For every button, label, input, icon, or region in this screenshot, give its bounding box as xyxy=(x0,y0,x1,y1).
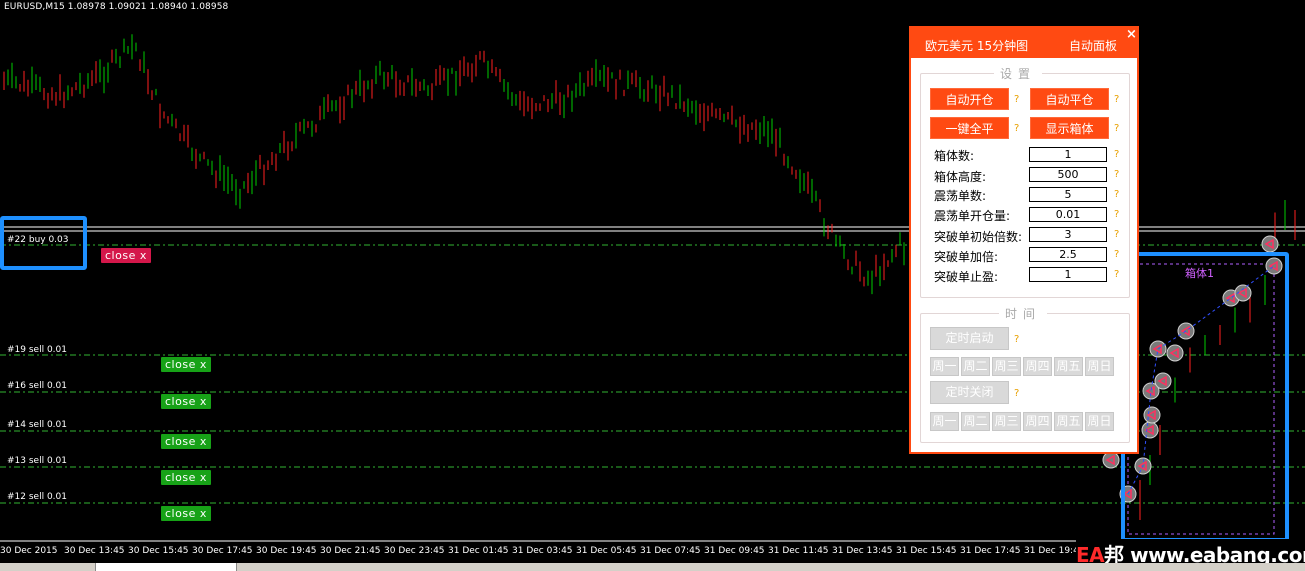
help-icon[interactable]: ? xyxy=(1114,94,1119,105)
help-icon[interactable]: ? xyxy=(1114,149,1119,160)
stop-day-sun[interactable]: 周日 xyxy=(1085,412,1114,431)
time-tick-label: 30 Dec 19:45 xyxy=(256,546,317,556)
close-order-19-button[interactable]: close x xyxy=(161,357,211,372)
timer-start-button[interactable]: 定时启动 xyxy=(930,327,1009,350)
start-day-thu[interactable]: 周四 xyxy=(1023,357,1052,376)
time-tick-label: 31 Dec 11:45 xyxy=(768,546,829,556)
order-label-12: #12 sell 0.01 xyxy=(7,492,67,502)
breakout-tp-input[interactable] xyxy=(1029,267,1107,282)
time-tick-label: 31 Dec 01:45 xyxy=(448,546,509,556)
box-count-input[interactable] xyxy=(1029,147,1107,162)
time-tick-label: 31 Dec 05:45 xyxy=(576,546,637,556)
start-day-fri[interactable]: 周五 xyxy=(1054,357,1083,376)
show-box-button[interactable]: 显示箱体 xyxy=(1030,117,1109,139)
stop-day-fri[interactable]: 周五 xyxy=(1054,412,1083,431)
close-icon[interactable]: × xyxy=(1126,27,1137,42)
time-tick-label: 30 Dec 2015 xyxy=(0,546,58,556)
close-order-16-button[interactable]: close x xyxy=(161,394,211,409)
range-orders-input[interactable] xyxy=(1029,187,1107,202)
time-title: 时间 xyxy=(999,305,1048,322)
settings-title: 设置 xyxy=(994,65,1043,82)
time-tick-label: 30 Dec 23:45 xyxy=(384,546,445,556)
time-tick-label: 31 Dec 07:45 xyxy=(640,546,701,556)
close-all-button[interactable]: 一键全平 xyxy=(930,117,1009,139)
order-label-14: #14 sell 0.01 xyxy=(7,420,67,430)
chart-title: EURUSD,M15 1.08978 1.09021 1.08940 1.089… xyxy=(4,2,229,12)
time-tick-label: 31 Dec 15:45 xyxy=(896,546,957,556)
close-order-13-button[interactable]: close x xyxy=(161,470,211,485)
help-icon[interactable]: ? xyxy=(1114,123,1119,134)
box-height-input[interactable] xyxy=(1029,167,1107,182)
time-tick-label: 31 Dec 17:45 xyxy=(960,546,1021,556)
trade-marker xyxy=(1261,235,1279,253)
help-icon[interactable]: ? xyxy=(1114,229,1119,240)
timer-stop-button[interactable]: 定时关闭 xyxy=(930,381,1009,404)
param-breakout-tp-label: 突破单止盈: xyxy=(934,270,999,284)
start-day-sun[interactable]: 周日 xyxy=(1085,357,1114,376)
time-tick-label: 30 Dec 15:45 xyxy=(128,546,189,556)
close-order-12-button[interactable]: close x xyxy=(161,506,211,521)
start-day-tue[interactable]: 周二 xyxy=(961,357,990,376)
highlight-order-22 xyxy=(0,216,87,270)
stop-day-wed[interactable]: 周三 xyxy=(992,412,1021,431)
order-label-13: #13 sell 0.01 xyxy=(7,456,67,466)
time-tick-label: 31 Dec 13:45 xyxy=(832,546,893,556)
stop-day-tue[interactable]: 周二 xyxy=(961,412,990,431)
close-order-22-button[interactable]: close x xyxy=(101,248,151,263)
breakout-double-input[interactable] xyxy=(1029,247,1107,262)
highlight-trade-area xyxy=(1121,252,1289,542)
help-icon[interactable]: ? xyxy=(1114,269,1119,280)
help-icon[interactable]: ? xyxy=(1014,388,1019,399)
trade-marker xyxy=(1102,451,1120,469)
help-icon[interactable]: ? xyxy=(1114,249,1119,260)
start-day-wed[interactable]: 周三 xyxy=(992,357,1021,376)
time-tick-label: 30 Dec 17:45 xyxy=(192,546,253,556)
param-range-orders-label: 震荡单数: xyxy=(934,189,987,203)
help-icon[interactable]: ? xyxy=(1014,123,1019,134)
auto-close-button[interactable]: 自动平仓 xyxy=(1030,88,1109,110)
auto-open-button[interactable]: 自动开仓 xyxy=(930,88,1009,110)
start-day-mon[interactable]: 周一 xyxy=(930,357,959,376)
time-tick-label: 31 Dec 09:45 xyxy=(704,546,765,556)
param-box-height-label: 箱体高度: xyxy=(934,170,987,184)
panel-header: 欧元美元 15分钟图 自动面板 × xyxy=(911,27,1137,58)
panel-subtitle: 自动面板 xyxy=(1069,39,1118,53)
help-icon[interactable]: ? xyxy=(1114,169,1119,180)
help-icon[interactable]: ? xyxy=(1114,189,1119,200)
param-range-lot-label: 震荡单开仓量: xyxy=(934,209,1011,223)
order-label-19: #19 sell 0.01 xyxy=(7,345,67,355)
param-box-count-label: 箱体数: xyxy=(934,149,975,163)
chart-tab[interactable] xyxy=(95,563,237,571)
time-tick-label: 31 Dec 03:45 xyxy=(512,546,573,556)
help-icon[interactable]: ? xyxy=(1014,94,1019,105)
stop-day-thu[interactable]: 周四 xyxy=(1023,412,1052,431)
help-icon[interactable]: ? xyxy=(1014,334,1019,345)
time-tick-label: 30 Dec 21:45 xyxy=(320,546,381,556)
stop-day-mon[interactable]: 周一 xyxy=(930,412,959,431)
time-tick-label: 31 Dec 19:4 xyxy=(1024,546,1079,556)
param-breakout-double-label: 突破单加倍: xyxy=(934,250,999,264)
panel-title: 欧元美元 15分钟图 xyxy=(925,39,1029,53)
range-lot-input[interactable] xyxy=(1029,207,1107,222)
close-order-14-button[interactable]: close x xyxy=(161,434,211,449)
help-icon[interactable]: ? xyxy=(1114,209,1119,220)
box-label: 箱体1 xyxy=(1185,267,1214,280)
breakout-multiplier-input[interactable] xyxy=(1029,227,1107,242)
order-label-16: #16 sell 0.01 xyxy=(7,381,67,391)
time-tick-label: 30 Dec 13:45 xyxy=(64,546,125,556)
param-breakout-multiplier-label: 突破单初始倍数: xyxy=(934,230,1023,244)
